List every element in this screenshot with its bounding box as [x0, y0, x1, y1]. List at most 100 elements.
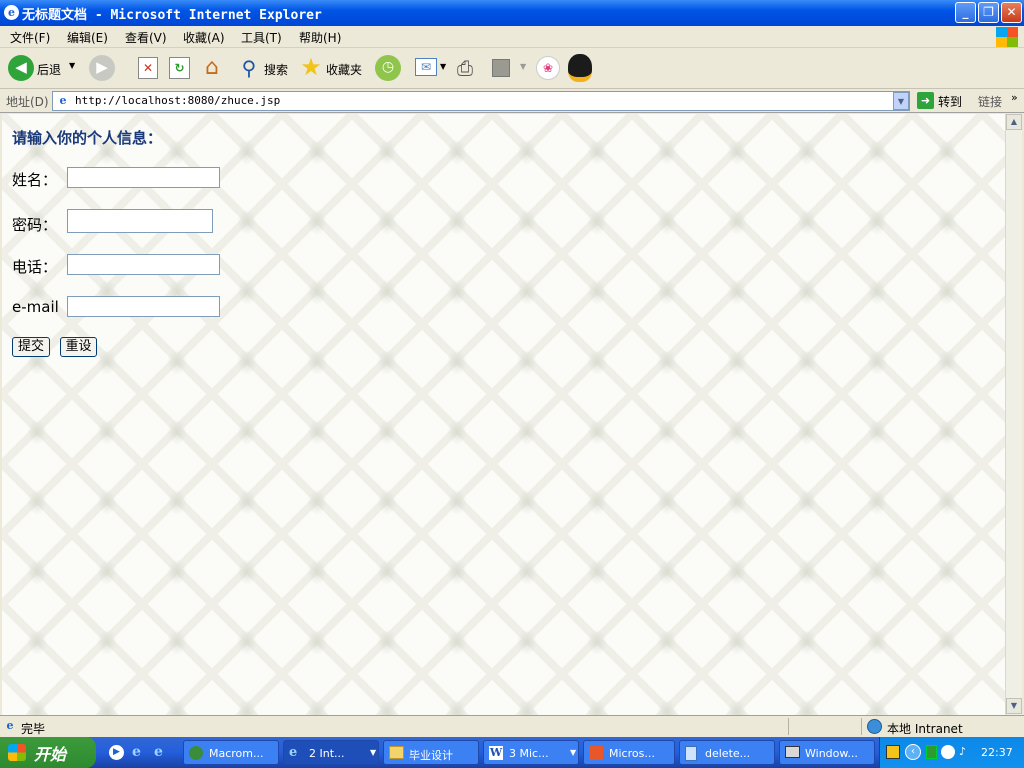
- start-button[interactable]: 开始: [0, 737, 96, 768]
- stop-icon[interactable]: ✕: [138, 57, 158, 79]
- password-label: 密码：: [12, 216, 58, 234]
- status-bar: e 完毕 本地 Intranet: [0, 715, 1024, 737]
- group-arrow-icon: ▼: [570, 748, 577, 757]
- address-dropdown-icon[interactable]: ▼: [893, 92, 909, 110]
- search-icon[interactable]: ⚲: [236, 55, 262, 81]
- links-chevron-icon[interactable]: »: [1011, 91, 1018, 104]
- minimize-button[interactable]: _: [955, 2, 976, 23]
- tray-expand-icon[interactable]: ‹: [905, 744, 921, 760]
- maximize-button[interactable]: ❐: [978, 2, 999, 23]
- back-dropdown-icon[interactable]: ▼: [69, 61, 75, 70]
- status-divider: [788, 718, 862, 735]
- task-label: Micros...: [609, 747, 655, 760]
- tray-volume-icon[interactable]: ♪: [959, 745, 973, 759]
- favorites-button-label[interactable]: 收藏夹: [326, 61, 362, 78]
- print-icon[interactable]: ⎙: [452, 56, 478, 80]
- email-label: e-mail: [12, 298, 59, 316]
- address-label: 地址(D): [6, 95, 49, 109]
- toolbar: ◀ 后退 ▼ ▶ ✕ ↻ ⌂ ⚲ 搜索 ★ 收藏夹 ◷ ✉ ▼ ⎙ ▼ ❀: [0, 48, 1024, 89]
- tray-clock[interactable]: 22:37: [981, 746, 1013, 759]
- name-label: 姓名：: [12, 171, 58, 189]
- task-delete[interactable]: delete...: [679, 740, 775, 765]
- intranet-globe-icon: [867, 719, 882, 734]
- qq-penguin-icon[interactable]: [568, 54, 592, 82]
- task-macromedia[interactable]: Macrom...: [183, 740, 279, 765]
- mail-dropdown-icon[interactable]: ▼: [440, 62, 446, 71]
- quicklaunch-desktop-icon[interactable]: e: [154, 745, 169, 760]
- password-input[interactable]: [67, 209, 213, 233]
- go-arrow-icon[interactable]: ➜: [917, 92, 934, 109]
- task-windows[interactable]: Window...: [779, 740, 875, 765]
- menu-favorites[interactable]: 收藏(A): [183, 29, 225, 46]
- ie-logo-icon: e: [4, 5, 19, 20]
- task-outlook[interactable]: Micros...: [583, 740, 675, 765]
- quicklaunch-media-icon[interactable]: ▶: [109, 745, 124, 760]
- menu-bar: 文件(F) 编辑(E) 查看(V) 收藏(A) 工具(T) 帮助(H): [0, 26, 1024, 48]
- page-content: [2, 114, 1005, 715]
- favorites-star-icon[interactable]: ★: [298, 54, 324, 80]
- window-title: 无标题文档 - Microsoft Internet Explorer: [22, 8, 322, 23]
- mail-icon[interactable]: ✉: [415, 58, 437, 76]
- status-zone: 本地 Intranet: [887, 722, 963, 736]
- task-folder[interactable]: 毕业设计: [383, 740, 479, 765]
- folder-icon: [389, 746, 404, 759]
- computer-icon: [785, 746, 800, 758]
- system-tray: ‹ ♪ 22:37: [879, 737, 1024, 768]
- scroll-down-icon[interactable]: ▼: [1006, 698, 1022, 714]
- quicklaunch-ie-icon[interactable]: e: [132, 745, 147, 760]
- tray-green-icon[interactable]: [926, 745, 937, 759]
- menu-view[interactable]: 查看(V): [125, 29, 167, 46]
- document-icon: [685, 746, 697, 761]
- title-bar[interactable]: e 无标题文档 - Microsoft Internet Explorer _ …: [0, 0, 1024, 26]
- back-icon[interactable]: ◀: [8, 55, 34, 81]
- scroll-up-icon[interactable]: ▲: [1006, 114, 1022, 130]
- status-page-icon: e: [6, 719, 14, 732]
- home-icon[interactable]: ⌂: [199, 55, 225, 81]
- back-button-label[interactable]: 后退: [37, 61, 61, 78]
- taskbar: 开始 ▶ e e Macrom... e 2 Int... ▼ 毕业设计 W 3 Mi…: [0, 737, 1024, 768]
- address-input[interactable]: e http://localhost:8080/zhuce.jsp ▼: [52, 91, 910, 111]
- task-ie-icon: e: [289, 745, 298, 760]
- word-icon: W: [489, 746, 503, 760]
- refresh-icon[interactable]: ↻: [169, 57, 190, 79]
- windows-logo-icon: [8, 744, 26, 761]
- submit-button[interactable]: 提交: [12, 337, 50, 357]
- search-button-label[interactable]: 搜索: [264, 61, 288, 78]
- menu-file[interactable]: 文件(F): [10, 29, 50, 46]
- start-label: 开始: [34, 745, 67, 764]
- page-icon: e: [59, 94, 67, 107]
- menu-help[interactable]: 帮助(H): [299, 29, 341, 46]
- menu-tools[interactable]: 工具(T): [241, 29, 282, 46]
- task-label: 3 Mic...: [509, 747, 549, 760]
- hello-kitty-icon[interactable]: ❀: [536, 56, 560, 80]
- status-text: 完毕: [21, 722, 46, 736]
- task-word-group[interactable]: W 3 Mic... ▼: [483, 740, 579, 765]
- email-input[interactable]: [67, 296, 220, 317]
- phone-label: 电话：: [12, 258, 58, 276]
- go-button[interactable]: 转到: [938, 93, 962, 110]
- links-label[interactable]: 链接: [978, 93, 1002, 110]
- task-ie-group[interactable]: e 2 Int... ▼: [283, 740, 379, 765]
- tray-language-icon[interactable]: [886, 745, 900, 759]
- outlook-icon: [589, 746, 603, 760]
- form-heading: 请输入你的个人信息：: [12, 129, 163, 147]
- address-bar: 地址(D) e http://localhost:8080/zhuce.jsp …: [0, 89, 1024, 113]
- close-button[interactable]: ✕: [1001, 2, 1022, 23]
- task-label: Window...: [805, 747, 858, 760]
- history-icon[interactable]: ◷: [375, 55, 401, 81]
- tray-app-icon[interactable]: [941, 745, 955, 759]
- task-label: 2 Int...: [309, 747, 345, 760]
- menu-edit[interactable]: 编辑(E): [67, 29, 108, 46]
- phone-input[interactable]: [67, 254, 220, 275]
- name-input[interactable]: [67, 167, 220, 188]
- reset-button[interactable]: 重设: [60, 337, 97, 357]
- address-url[interactable]: http://localhost:8080/zhuce.jsp: [75, 94, 280, 107]
- forward-icon[interactable]: ▶: [89, 55, 115, 81]
- edit-icon[interactable]: [492, 59, 510, 77]
- edit-dropdown-icon[interactable]: ▼: [520, 62, 526, 71]
- windows-flag-icon: [996, 27, 1018, 47]
- vertical-scrollbar[interactable]: ▲ ▼: [1005, 114, 1022, 715]
- task-label: Macrom...: [209, 747, 264, 760]
- task-label: delete...: [705, 747, 751, 760]
- task-dreamweaver-icon: [189, 746, 203, 760]
